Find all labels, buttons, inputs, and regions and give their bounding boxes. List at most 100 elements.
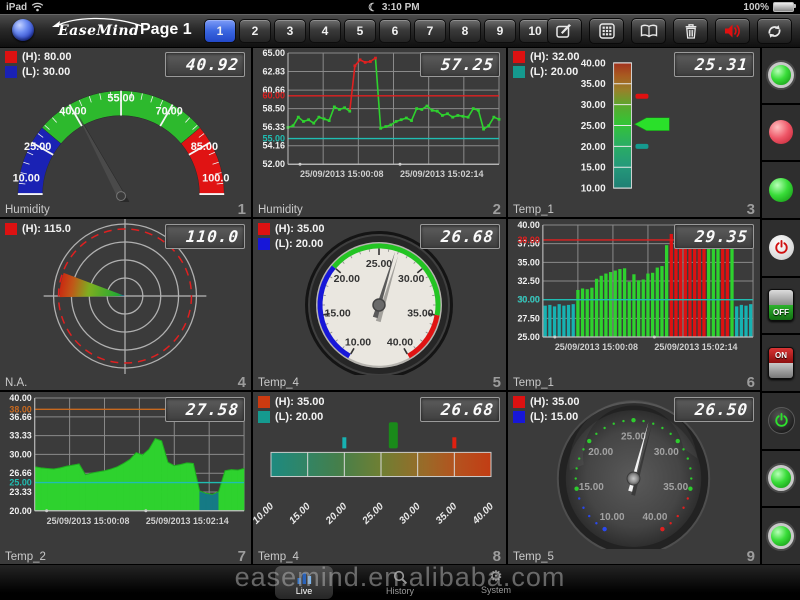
legend-swatch	[513, 51, 525, 63]
battery-percent: 100%	[743, 2, 769, 13]
page-button-6[interactable]: 6	[379, 19, 411, 43]
legend-item: (H): 35.00	[258, 396, 325, 408]
switch-off[interactable]: OFF	[762, 278, 800, 334]
legend-item: (H): 35.00	[513, 396, 580, 408]
grid-icon	[599, 23, 615, 39]
logo-swoosh	[48, 16, 148, 30]
status-led-2[interactable]	[762, 105, 800, 161]
svg-text:25/09/2013 15:02:14: 25/09/2013 15:02:14	[654, 342, 737, 352]
delete-button[interactable]	[673, 18, 708, 44]
panel-temp1-level: (H): 32.00(L): 20.00 25.31 40.0035.0030.…	[508, 47, 760, 217]
speaker-icon	[724, 23, 742, 39]
svg-text:25.00: 25.00	[9, 478, 31, 488]
page-button-3[interactable]: 3	[274, 19, 306, 43]
tab-system[interactable]: ⚙ System	[467, 566, 525, 599]
panel-legend: (H): 35.00(L): 20.00	[258, 223, 325, 250]
green-led-icon	[769, 178, 793, 202]
panel-temp4-scale: (H): 35.00(L): 20.00 26.68 10.0015.0020.…	[253, 392, 506, 564]
value-display: 26.68	[420, 224, 500, 249]
svg-text:30.00: 30.00	[398, 273, 424, 285]
panel-temp5-dial: (H): 35.00(L): 15.00 26.50 10.0015.0020.…	[508, 392, 760, 564]
value-display: 26.50	[674, 397, 754, 422]
page-button-2[interactable]: 2	[239, 19, 271, 43]
svg-text:30.00: 30.00	[654, 447, 679, 458]
device-label: iPad	[6, 2, 27, 13]
svg-text:30.00: 30.00	[517, 295, 539, 305]
status-led-1[interactable]	[762, 47, 800, 103]
value-display: 26.68	[420, 397, 500, 422]
power-button-green[interactable]	[762, 393, 800, 449]
svg-text:55.00: 55.00	[107, 93, 134, 105]
svg-text:10.00: 10.00	[345, 336, 371, 348]
page-selector: 12345678910	[204, 19, 551, 43]
svg-text:35.00: 35.00	[407, 307, 433, 319]
switch-on[interactable]: ON	[762, 335, 800, 391]
panel-temp1-bars: 29.35 40.0037.5035.0032.5030.0027.5025.0…	[508, 219, 760, 390]
edit-button[interactable]	[547, 18, 582, 44]
svg-text:15.00: 15.00	[579, 482, 604, 493]
page-title: Page 1	[140, 21, 192, 39]
tab-live[interactable]: Live	[275, 566, 333, 599]
svg-text:40.00: 40.00	[581, 58, 606, 69]
svg-text:30.00: 30.00	[397, 501, 423, 527]
page-button-8[interactable]: 8	[449, 19, 481, 43]
panel-footer: Humidity2	[253, 202, 506, 217]
moon-icon: ☾	[368, 1, 378, 14]
book-button[interactable]	[631, 18, 666, 44]
svg-text:40.00: 40.00	[59, 106, 86, 118]
green-led-icon	[768, 523, 794, 549]
app-toolbar: EaseMind Page 1 12345678910	[0, 14, 800, 48]
legend-label: (L): 15.00	[530, 411, 578, 423]
legend-swatch	[258, 411, 270, 423]
bottom-tab-bar: Live History ⚙ System	[0, 565, 800, 600]
page-button-1[interactable]: 1	[204, 19, 236, 43]
legend-swatch	[258, 238, 270, 250]
status-led-8[interactable]	[762, 451, 800, 507]
grid-button[interactable]	[589, 18, 624, 44]
legend-item: (L): 20.00	[258, 411, 325, 423]
svg-text:100.0: 100.0	[202, 172, 229, 184]
sync-icon	[766, 24, 783, 39]
svg-text:35.00: 35.00	[517, 257, 539, 267]
alarm-sound-button[interactable]	[715, 18, 750, 44]
legend-label: (L): 20.00	[275, 411, 323, 423]
svg-text:40.00: 40.00	[517, 220, 539, 230]
panel-humidity-trend: 57.25 65.0062.8360.6658.5056.3354.1652.0…	[253, 47, 506, 217]
page-button-4[interactable]: 4	[309, 19, 341, 43]
svg-text:25.00: 25.00	[621, 431, 646, 442]
connection-orb-button[interactable]	[12, 19, 34, 41]
legend-swatch	[5, 223, 17, 235]
red-led-icon	[769, 120, 793, 144]
status-led-3[interactable]	[762, 162, 800, 218]
svg-text:62.83: 62.83	[262, 67, 285, 77]
svg-text:25.00: 25.00	[24, 141, 51, 153]
sync-button[interactable]	[757, 18, 792, 44]
page-button-9[interactable]: 9	[484, 19, 516, 43]
page-button-5[interactable]: 5	[344, 19, 376, 43]
panel-na-radar: (H): 115.0 110.0 N.A.4	[0, 219, 251, 390]
battery-icon	[773, 2, 794, 12]
svg-text:20.00: 20.00	[323, 501, 349, 528]
rocker-switch-off: OFF	[768, 289, 794, 321]
value-display: 57.25	[420, 52, 500, 77]
legend-swatch	[513, 66, 525, 78]
page-button-7[interactable]: 7	[414, 19, 446, 43]
status-led-9[interactable]	[762, 508, 800, 564]
power-icon	[769, 235, 794, 260]
legend-swatch	[513, 411, 525, 423]
svg-text:25/09/2013 15:00:08: 25/09/2013 15:00:08	[300, 169, 384, 179]
edit-icon	[556, 23, 573, 39]
svg-text:10.00: 10.00	[600, 512, 625, 523]
power-button-red[interactable]	[762, 220, 800, 276]
value-display: 27.58	[165, 397, 245, 422]
legend-item: (L): 15.00	[513, 411, 580, 423]
panel-legend: (H): 32.00(L): 20.00	[513, 51, 580, 78]
svg-text:40.00: 40.00	[642, 512, 667, 523]
tab-history[interactable]: History	[371, 566, 429, 599]
dashboard-grid: (H): 80.00(L): 30.00 40.92 10.0025.0040.…	[0, 47, 800, 565]
panel-legend: (H): 35.00 (L): 20.00	[258, 396, 325, 423]
svg-text:20.00: 20.00	[581, 142, 606, 153]
svg-text:25.00: 25.00	[366, 258, 392, 270]
panel-legend: (H): 80.00(L): 30.00	[5, 51, 72, 78]
legend-item: (L): 30.00	[5, 66, 72, 78]
